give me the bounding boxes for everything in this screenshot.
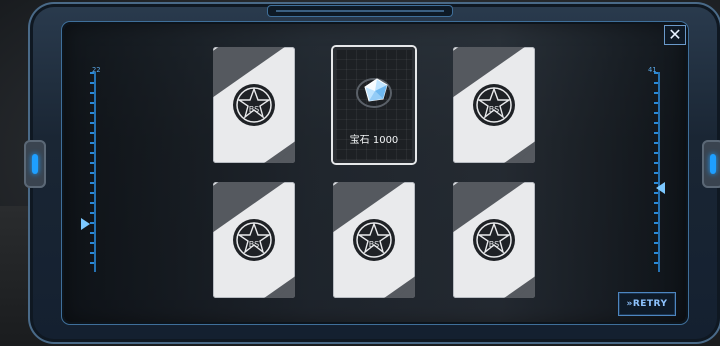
emblem-text: BS xyxy=(249,240,259,249)
frame-top-bar xyxy=(268,6,452,16)
bs-emblem-icon: BS xyxy=(473,84,515,126)
bs-emblem-icon: BS xyxy=(233,219,275,261)
bs-emblem-icon: BS xyxy=(233,84,275,126)
left-scale-marker xyxy=(81,218,90,230)
card-back-3[interactable]: BS xyxy=(453,47,535,163)
card-back-1[interactable]: BS xyxy=(213,47,295,163)
retry-button[interactable]: »RETRY xyxy=(618,292,676,316)
bs-emblem-icon: BS xyxy=(353,219,395,261)
right-scale-marker xyxy=(656,182,665,194)
emblem-text: BS xyxy=(249,105,259,114)
right-scale-gauge: 41 xyxy=(648,66,664,272)
emblem-text: BS xyxy=(489,240,499,249)
emblem-text: BS xyxy=(489,105,499,114)
right-side-light xyxy=(702,140,720,188)
left-side-light xyxy=(24,140,46,188)
card-revealed-gem[interactable]: 宝石 1000 xyxy=(333,47,415,163)
reward-label: 宝石 1000 xyxy=(349,135,399,146)
left-scale-gauge: 22 xyxy=(84,66,100,272)
card-back-5[interactable]: BS xyxy=(333,182,415,298)
emblem-text: BS xyxy=(369,240,379,249)
card-back-6[interactable]: BS xyxy=(453,182,535,298)
bs-emblem-icon: BS xyxy=(473,219,515,261)
close-button[interactable]: ✕ xyxy=(664,25,686,45)
gem-icon xyxy=(356,78,392,108)
card-back-4[interactable]: BS xyxy=(213,182,295,298)
